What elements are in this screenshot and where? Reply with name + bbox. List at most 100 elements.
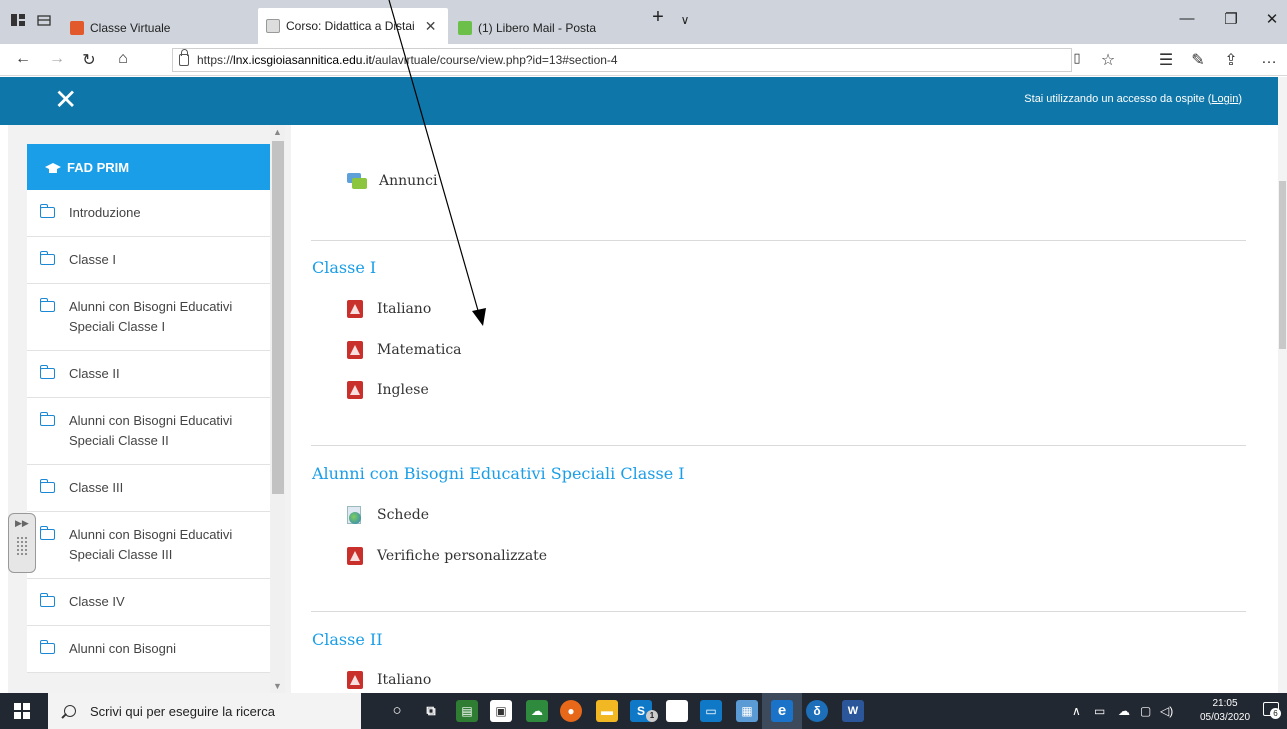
moodle-favicon-icon — [70, 21, 84, 35]
skype-badge: 1 — [646, 710, 658, 722]
battery-icon[interactable]: ▭ — [1094, 704, 1105, 718]
drawer-scroll-thumb[interactable] — [272, 141, 284, 494]
forward-icon[interactable]: → — [46, 50, 68, 68]
drawer-expand-handle[interactable]: ▶▶ — [8, 513, 36, 573]
sidebar-item-classe-4[interactable]: Classe IV — [27, 579, 271, 626]
sidebar-item-classe-2[interactable]: Classe II — [27, 351, 271, 398]
url-field[interactable]: https://lnx.icsgioiasannitica.edu.it/aul… — [172, 48, 1072, 72]
pdf-icon — [347, 547, 363, 565]
sidebar-item-introduzione[interactable]: Introduzione — [27, 190, 271, 237]
set-aside-tabs-icon[interactable] — [36, 12, 54, 30]
url-icon — [347, 506, 363, 524]
sidebar-item-label: Alunni con Bisogni Educativi Speciali Cl… — [69, 299, 233, 334]
word-icon[interactable]: W — [842, 700, 864, 722]
activity-label: Matematica — [377, 342, 462, 358]
delta-app-icon[interactable]: δ — [806, 700, 828, 722]
activity-italiano[interactable]: Italiano — [347, 300, 431, 318]
home-icon[interactable]: ⌂ — [112, 50, 134, 68]
section-divider — [311, 611, 1246, 612]
sidebar-item-label: Classe III — [69, 480, 124, 495]
course-name: FAD PRIM — [67, 159, 130, 175]
maximize-button[interactable]: ❐ — [1216, 10, 1246, 28]
firefox-icon[interactable]: ● — [560, 700, 582, 722]
favorite-star-icon[interactable]: ☆ — [1097, 50, 1119, 70]
activity-verifiche-personalizzate[interactable]: Verifiche personalizzate — [347, 547, 547, 565]
tab-corso[interactable]: Corso: Didattica a Distai ✕ — [258, 8, 448, 44]
task-view-icon[interactable]: ⧉ — [420, 700, 442, 722]
activity-label: Verifiche personalizzate — [377, 548, 548, 564]
activity-label: Italiano — [377, 672, 432, 688]
activity-annunci[interactable]: Annunci — [347, 173, 438, 189]
window-app-icon[interactable]: ▭ — [700, 700, 722, 722]
tab-classe-virtuale[interactable]: Classe Virtuale — [62, 12, 256, 44]
sidebar-item-classe-1[interactable]: Classe I — [27, 237, 271, 284]
blank-document-icon[interactable] — [666, 700, 688, 722]
search-placeholder: Scrivi qui per eseguire la ricerca — [90, 703, 275, 719]
taskbar-search-box[interactable]: Scrivi qui per eseguire la ricerca — [48, 693, 361, 729]
tab-actions-icon[interactable] — [10, 12, 28, 30]
activity-label: Italiano — [377, 301, 432, 317]
url-prefix: https:// — [197, 53, 234, 67]
activity-inglese[interactable]: Inglese — [347, 381, 429, 399]
login-info: Stai utilizzando un accesso da ospite (L… — [1024, 93, 1242, 105]
folder-icon — [39, 204, 55, 218]
sidebar-item-label: Alunni con Bisogni Educativi Speciali Cl… — [69, 527, 233, 562]
section-title[interactable]: Alunni con Bisogni Educativi Speciali Cl… — [312, 464, 685, 483]
tab-list-button[interactable]: ∨ — [670, 13, 700, 27]
network-icon[interactable]: ▢ — [1140, 704, 1151, 718]
volume-icon[interactable]: ◁) — [1160, 704, 1173, 718]
tab-libero-mail[interactable]: (1) Libero Mail - Posta — [450, 12, 640, 44]
minimize-button[interactable]: — — [1172, 10, 1202, 27]
scroll-down-icon[interactable]: ▼ — [273, 681, 282, 691]
clock[interactable]: 21:05 05/03/2020 — [1195, 697, 1255, 725]
section-divider — [311, 240, 1246, 241]
sidebar-item-bes-classe-4[interactable]: Alunni con Bisogni — [27, 626, 271, 673]
section-title[interactable]: Classe I — [312, 258, 376, 277]
page-scrollbar[interactable] — [1278, 77, 1287, 693]
photos-app-icon[interactable]: ☁ — [526, 700, 548, 722]
close-tab-icon[interactable]: ✕ — [425, 18, 437, 35]
share-icon[interactable]: ⇪ — [1220, 50, 1242, 70]
refresh-icon[interactable]: ↻ — [78, 50, 100, 70]
close-drawer-icon[interactable]: ✕ — [54, 85, 77, 115]
folder-icon — [39, 412, 55, 426]
activity-label: Annunci — [379, 173, 438, 189]
section-title[interactable]: Classe II — [312, 630, 383, 649]
activity-matematica[interactable]: Matematica — [347, 341, 462, 359]
course-content: Annunci Classe I Italiano Matematica Ing… — [291, 125, 1278, 693]
scroll-up-icon[interactable]: ▲ — [273, 127, 282, 137]
search-icon — [64, 705, 76, 717]
activity-schede[interactable]: Schede — [347, 506, 429, 524]
media-app-icon[interactable]: ▦ — [736, 700, 758, 722]
notes-app-icon[interactable]: ▤ — [456, 700, 478, 722]
onedrive-icon[interactable]: ☁ — [1118, 704, 1130, 718]
file-explorer-icon[interactable]: ▬ — [596, 700, 618, 722]
sidebar-item-bes-classe-1[interactable]: Alunni con Bisogni Educativi Speciali Cl… — [27, 284, 271, 351]
folder-icon — [39, 251, 55, 265]
action-center-icon[interactable]: 6 — [1263, 702, 1281, 719]
browser-tab-bar: Classe Virtuale Corso: Didattica a Dista… — [0, 0, 1287, 44]
windows-start-icon[interactable] — [14, 703, 30, 719]
favorites-icon[interactable]: ☰ — [1155, 50, 1177, 70]
sidebar-item-label: Alunni con Bisogni Educativi Speciali Cl… — [69, 413, 233, 448]
sidebar-item-label: Classe II — [69, 366, 120, 381]
drawer-scrollbar[interactable]: ▲ ▼ — [270, 125, 285, 693]
sidebar-item-bes-classe-2[interactable]: Alunni con Bisogni Educativi Speciali Cl… — [27, 398, 271, 465]
edge-icon[interactable]: e — [771, 700, 793, 722]
activity-italiano[interactable]: Italiano — [347, 671, 431, 689]
notes-pen-icon[interactable]: ✎ — [1187, 50, 1209, 70]
new-tab-button[interactable]: + — [643, 6, 673, 29]
cortana-icon[interactable]: ○ — [386, 700, 408, 722]
back-icon[interactable]: ← — [12, 50, 34, 68]
close-window-button[interactable]: ✕ — [1257, 10, 1287, 28]
store-icon[interactable]: ▣ — [490, 700, 512, 722]
page-scroll-thumb[interactable] — [1279, 181, 1286, 349]
sidebar-item-classe-3[interactable]: Classe III — [27, 465, 271, 512]
forum-icon — [347, 173, 367, 189]
reading-view-icon[interactable]: ▯ — [1066, 50, 1088, 66]
show-hidden-icons-icon[interactable]: ∧ — [1072, 704, 1081, 718]
course-home-link[interactable]: FAD PRIM — [27, 144, 271, 190]
more-icon[interactable]: … — [1258, 50, 1280, 68]
sidebar-item-bes-classe-3[interactable]: Alunni con Bisogni Educativi Speciali Cl… — [27, 512, 271, 579]
login-link[interactable]: Login — [1211, 93, 1238, 105]
